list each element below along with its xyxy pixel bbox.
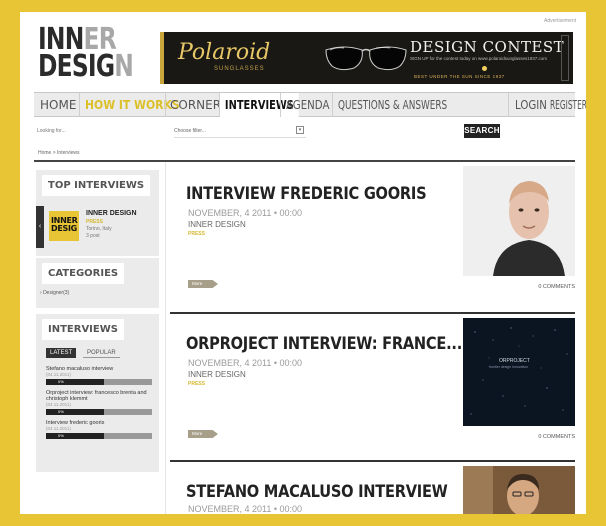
banner-tagline: BEST UNDER THE SUN SINCE 1937 — [414, 74, 505, 79]
chevron-left-icon[interactable]: ‹ — [36, 206, 44, 248]
main-nav: HOME HOW IT WORKS CORNER INTERVIEWS AGEN… — [34, 92, 586, 117]
nav-agenda[interactable]: AGENDA — [286, 93, 329, 117]
banner-subtext: SIGN UP for the contest today on www.pol… — [410, 56, 547, 61]
post-divider — [170, 312, 575, 314]
nav-login[interactable]: LOGIN — [515, 93, 547, 117]
sunglasses-image — [325, 46, 407, 71]
profile-posts: 3 post — [86, 233, 100, 239]
post-thumbnail[interactable] — [463, 466, 575, 514]
portrait-image — [463, 166, 575, 276]
banner-ad[interactable]: Polaroid SUNGLASSES DESIGN CONTEST SIGN … — [160, 32, 573, 84]
category-link-designer[interactable]: › Designer(3) — [40, 290, 69, 296]
nav-home[interactable]: HOME — [40, 93, 76, 117]
search-bar: Choose filter... ▾ SEARCH — [34, 124, 575, 142]
profile-location: Torino, Italy — [86, 226, 112, 232]
list-item[interactable]: Stefano macaluso interview (04.11.2011) … — [46, 366, 154, 385]
rating-label: 0% — [58, 409, 64, 414]
rating-bar: 0% — [46, 433, 152, 439]
top-interviews-title: TOP INTERVIEWS — [42, 175, 151, 196]
tab-latest[interactable]: LATEST — [46, 348, 77, 358]
column-divider — [165, 162, 166, 514]
nav-divider — [79, 93, 80, 117]
list-item-title[interactable]: Orproject interview: francesco brenta an… — [46, 390, 154, 402]
post-author[interactable]: INNER DESIGN — [188, 220, 246, 229]
post-card: ORPROJECT INTERVIEW: FRANCE... NOVEMBER,… — [170, 312, 575, 457]
page-frame: INNER DESIGN Advertisement Polaroid SUNG… — [20, 12, 586, 514]
post-card: INTERVIEW FREDERIC GOORIS NOVEMBER, 4 20… — [170, 162, 575, 307]
nav-divider — [280, 93, 281, 117]
advertisement-label: Advertisement — [544, 18, 576, 24]
top-interviews-box: TOP INTERVIEWS ‹ INNER DESIG INNER DESIG… — [36, 170, 159, 256]
post-author[interactable]: INNER DESIGN — [188, 370, 246, 379]
search-button[interactable]: SEARCH — [464, 124, 500, 138]
interviews-box: INTERVIEWS LATEST POPULAR Stefano macalu… — [36, 314, 159, 472]
rating-bar: 0% — [46, 409, 152, 415]
interviews-list: Stefano macaluso interview (04.11.2011) … — [46, 366, 154, 444]
banner-dot-icon — [482, 66, 487, 71]
nav-divider — [508, 93, 509, 117]
post-title[interactable]: INTERVIEW FREDERIC GOORIS — [186, 184, 427, 204]
portrait-image — [463, 466, 575, 514]
list-item[interactable]: Interview frederic gooris (04.11.2011) 0… — [46, 420, 154, 439]
post-thumbnail[interactable] — [463, 166, 575, 276]
list-item[interactable]: Orproject interview: francesco brenta an… — [46, 390, 154, 415]
nav-register[interactable]: REGISTER — [550, 93, 586, 117]
nav-corner[interactable]: CORNER — [170, 93, 221, 117]
rating-fill — [46, 409, 105, 415]
post-category[interactable]: PRESS — [188, 231, 205, 237]
rating-bar: 0% — [46, 379, 152, 385]
list-item-date: (04.11.2011) — [46, 372, 71, 377]
search-input[interactable] — [34, 124, 164, 138]
filter-select[interactable]: Choose filter... ▾ — [174, 124, 306, 138]
post-date: NOVEMBER, 4 2011 • 00:00 — [188, 358, 303, 368]
nav-questions-answers[interactable]: QUESTIONS & ANSWERS — [338, 93, 447, 117]
nav-divider — [165, 93, 166, 117]
rating-label: 0% — [58, 379, 64, 384]
post-title[interactable]: STEFANO MACALUSO INTERVIEW — [186, 482, 448, 502]
nav-divider — [332, 93, 333, 117]
interviews-title: INTERVIEWS — [42, 319, 124, 340]
rating-fill — [46, 379, 105, 385]
tab-popular[interactable]: POPULAR — [83, 348, 120, 358]
more-button[interactable]: More — [188, 280, 218, 288]
banner-brand: Polaroid — [178, 40, 271, 65]
profile-name[interactable]: INNER DESIGN — [86, 210, 137, 217]
post-date: NOVEMBER, 4 2011 • 00:00 — [188, 208, 303, 218]
banner-headline: DESIGN CONTEST — [410, 38, 565, 56]
profile-avatar[interactable]: INNER DESIG — [49, 211, 79, 241]
profile-tag: PRESS — [86, 219, 103, 225]
chevron-down-icon[interactable]: ▾ — [296, 126, 304, 134]
post-divider — [170, 460, 575, 462]
site-logo[interactable]: INNER DESIGN — [38, 25, 134, 82]
breadcrumb[interactable]: Home > Interviews — [38, 150, 80, 156]
banner-side-panel — [561, 35, 569, 81]
rating-label: 0% — [58, 433, 64, 438]
post-comments-link[interactable]: 0 COMMENTS — [538, 434, 575, 440]
list-item-date: (04.11.2011) — [46, 426, 71, 431]
post-comments-link[interactable]: 0 COMMENTS — [538, 284, 575, 290]
more-button[interactable]: More — [188, 430, 218, 438]
list-item-date: (04.11.2011) — [46, 402, 71, 407]
categories-title: CATEGORIES — [42, 263, 125, 284]
post-category[interactable]: PRESS — [188, 381, 205, 387]
post-title[interactable]: ORPROJECT INTERVIEW: FRANCE... — [186, 334, 462, 354]
particle-image — [463, 318, 575, 426]
post-thumbnail[interactable]: ORPROJECT frontier design innovation — [463, 318, 575, 426]
thumbnail-subcaption: frontier design innovation — [489, 365, 529, 369]
thumbnail-caption: ORPROJECT — [499, 358, 530, 364]
categories-box: CATEGORIES › Designer(3) — [36, 258, 159, 308]
top-interview-profile[interactable]: ‹ INNER DESIG INNER DESIGN PRESS Torino,… — [36, 206, 159, 248]
post-date: NOVEMBER, 4 2011 • 00:00 — [188, 504, 303, 514]
banner-brand-sub: SUNGLASSES — [214, 66, 265, 72]
rating-fill — [46, 433, 105, 439]
post-card: STEFANO MACALUSO INTERVIEW NOVEMBER, 4 2… — [170, 460, 575, 514]
